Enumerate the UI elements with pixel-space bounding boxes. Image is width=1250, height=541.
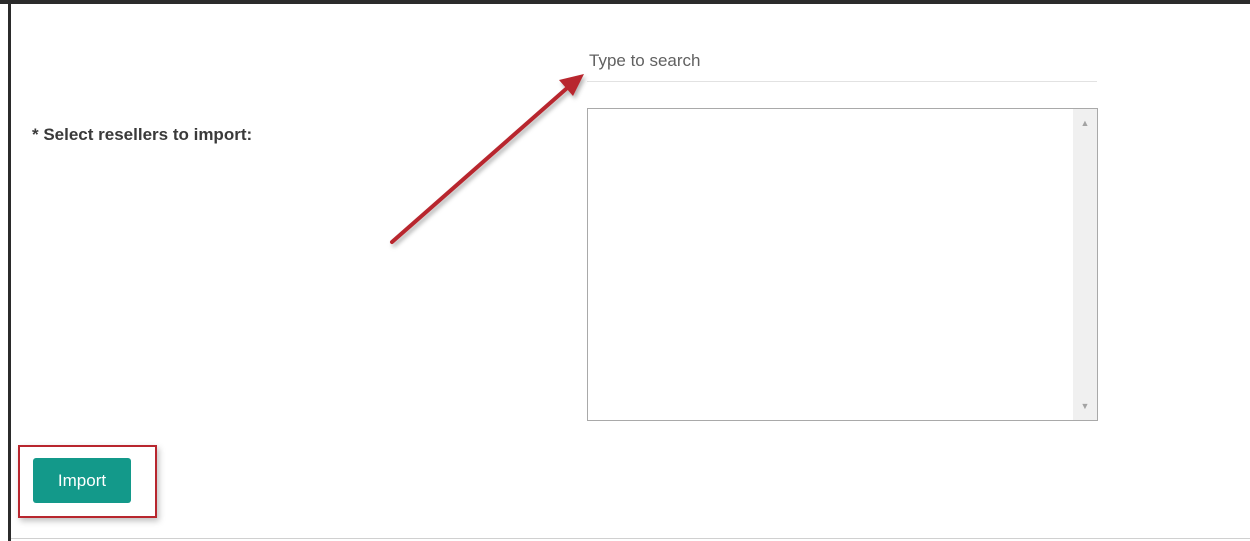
frame-bottom-divider <box>11 538 1250 539</box>
import-button[interactable]: Import <box>33 458 131 503</box>
dialog-frame: * Select resellers to import: ▲ ▼ Import <box>0 0 1250 541</box>
resellers-listbox[interactable]: ▲ ▼ <box>587 108 1098 421</box>
frame-top-border <box>0 0 1250 4</box>
listbox-scrollbar[interactable]: ▲ ▼ <box>1073 109 1097 420</box>
select-resellers-label: * Select resellers to import: <box>32 125 253 144</box>
scroll-up-icon[interactable]: ▲ <box>1073 113 1097 133</box>
frame-left-border <box>8 4 11 541</box>
reseller-search-input[interactable] <box>587 40 1097 82</box>
scroll-down-icon[interactable]: ▼ <box>1073 396 1097 416</box>
